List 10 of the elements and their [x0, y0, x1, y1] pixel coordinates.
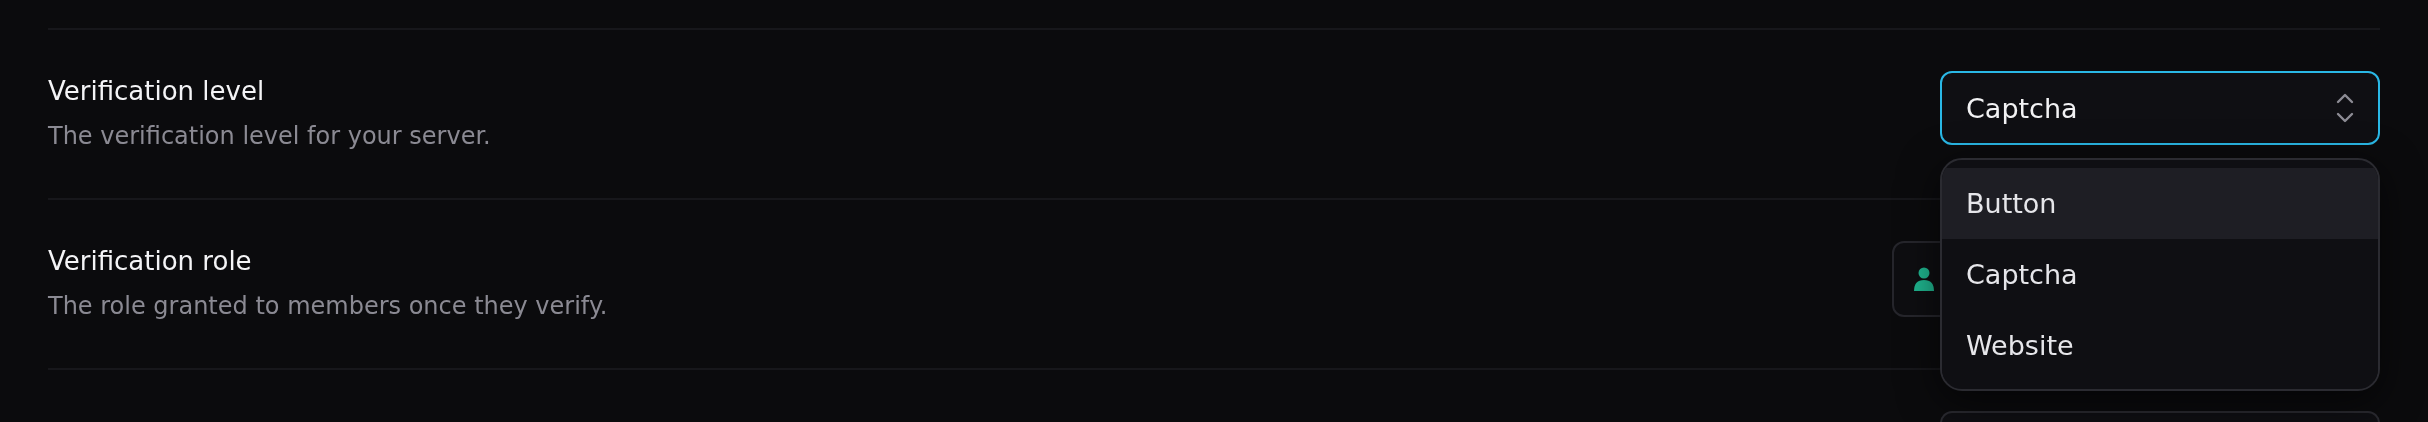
- menu-option[interactable]: Captcha: [1942, 239, 2378, 310]
- setting-description: The role granted to members once they verify.: [48, 292, 608, 320]
- menu-option[interactable]: Website: [1942, 310, 2378, 381]
- select-field[interactable]: Captcha: [1940, 71, 2380, 145]
- setting-title: Verification role: [48, 246, 253, 276]
- setting-description: The verification level for your server.: [48, 122, 491, 150]
- chevrons-icon: [2336, 93, 2354, 123]
- person-icon: [1914, 266, 1934, 292]
- menu-option[interactable]: Button: [1942, 168, 2378, 239]
- setting-title: Verification level: [48, 76, 266, 106]
